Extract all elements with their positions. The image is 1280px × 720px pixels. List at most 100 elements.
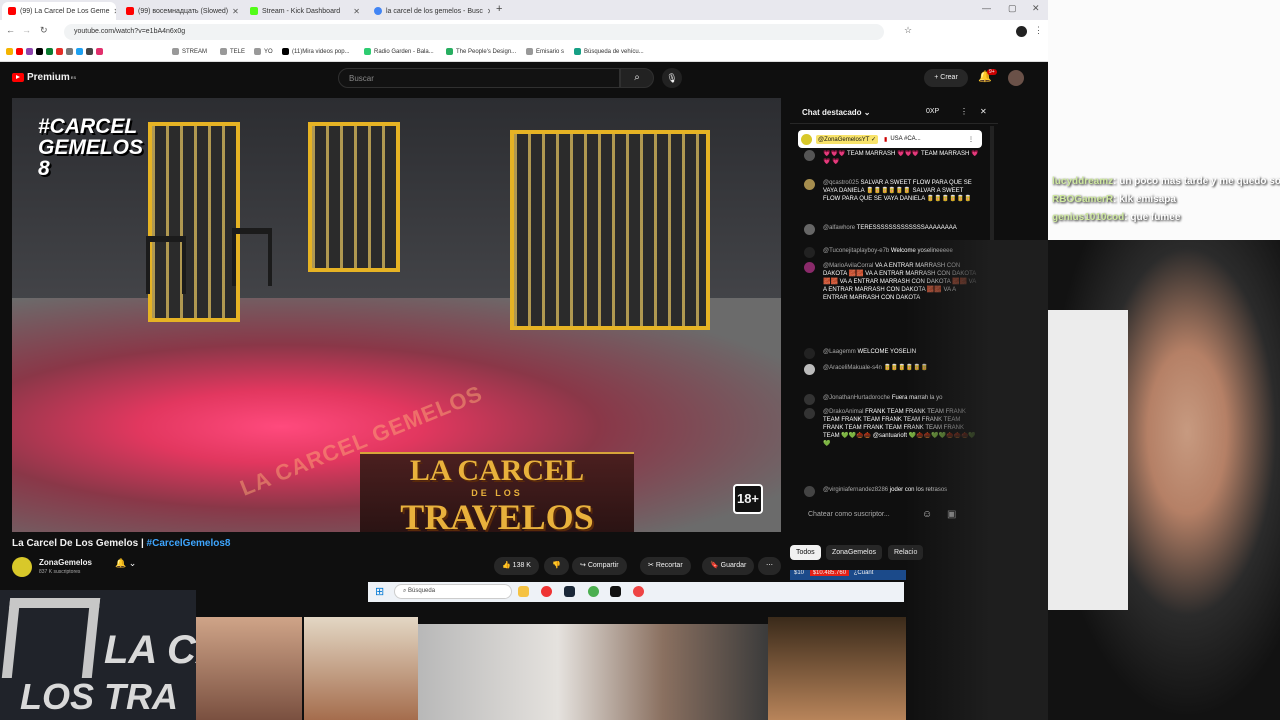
file-explorer-icon[interactable] (518, 586, 529, 597)
chat-avatar (804, 486, 815, 497)
stream-overlay-logo: LA CA LOS TRA (0, 590, 196, 720)
pinned-author: @ZonaGemelosYT ✓ (816, 134, 879, 144)
like-count: 138 K (512, 562, 531, 569)
superchat-ticker[interactable]: $10 $10.485.760 ¿Cuánt (790, 570, 906, 580)
chat-message: @alfawhore TERESSSSSSSSSSSSSAAAAAAAA (804, 224, 979, 235)
tab-youtube-carcel[interactable]: (99) La Carcel De Los Geme ✕ (2, 2, 116, 20)
chat-mode-dropdown[interactable]: Chat destacado ⌄ (802, 108, 871, 117)
chrome-icon[interactable] (588, 586, 599, 597)
superchat-text: ¿Cuánt (853, 570, 874, 576)
chat-avatar (804, 150, 815, 161)
kick-favicon-icon (250, 7, 258, 15)
tab-label: la carcel de los gemelos - Busc (386, 7, 483, 15)
house-logo-icon (1, 598, 101, 678)
save-button[interactable]: 🔖 Guardar (702, 557, 755, 575)
account-avatar[interactable] (1008, 70, 1024, 86)
clip-label: Recortar (655, 562, 683, 569)
tab-label: (99) La Carcel De Los Geme (20, 7, 110, 15)
pinned-more-icon[interactable]: ⋮ (968, 136, 974, 143)
superchat-amount: $10 (794, 570, 805, 576)
bookmarks-bar: STREAM TELE YO (11)Mira videos pop... Ra… (0, 44, 1048, 62)
bookmark-emisario[interactable]: Emisario s (526, 48, 564, 55)
browser-tab-strip: (99) La Carcel De Los Geme ✕ (99) восемн… (0, 0, 1048, 20)
profile-avatar-icon[interactable] (1016, 26, 1027, 37)
channel-avatar[interactable] (12, 557, 32, 577)
bookmark-folder-stream[interactable]: STREAM (172, 48, 207, 55)
opera-icon[interactable] (541, 586, 552, 597)
chat-points-badge[interactable]: 0XP (926, 108, 939, 115)
create-button[interactable]: + Crear (924, 69, 968, 87)
new-tab-button[interactable]: + (496, 3, 502, 15)
video-title-hashtag-link[interactable]: #CarcelGemelos8 (147, 538, 231, 549)
logo-region: ES (70, 75, 77, 80)
video-player[interactable]: LA CARCEL GEMELOS #CARCEL GEMELOS 8 LA C… (12, 98, 781, 532)
minimize-icon[interactable]: — (982, 3, 991, 13)
close-tab-icon[interactable]: ✕ (228, 7, 239, 16)
dislike-button[interactable]: 👎 (544, 557, 569, 575)
taskbar-search-placeholder: Búsqueda (408, 588, 436, 594)
chat-avatar (804, 224, 815, 235)
forward-icon[interactable]: → (22, 25, 31, 35)
share-label: Compartir (587, 562, 619, 569)
bookmark-peoples-design[interactable]: The People's Design... (446, 48, 516, 55)
chat-avatar (804, 179, 815, 190)
search-input[interactable]: Buscar (338, 68, 620, 88)
chat-avatar (804, 348, 815, 359)
browser-menu-icon[interactable]: ⋮ (1034, 25, 1043, 36)
subscription-bell-button[interactable]: 🔔 ⌄ (115, 558, 151, 574)
url-input[interactable]: youtube.com/watch?v=e1bA4n6x0g (64, 24, 884, 40)
bookmark-tiktok[interactable]: (11)Mira videos pop... (282, 48, 350, 55)
reload-icon[interactable]: ↻ (40, 25, 48, 36)
tab-youtube-music[interactable]: (99) восемнадцать (Slowed) ✕ (120, 2, 242, 20)
banner-line-3: TRAVELOS (400, 497, 594, 532)
bookmark-star-icon[interactable]: ☆ (904, 25, 912, 36)
youtube-premium-logo[interactable]: Premium ES (12, 72, 76, 83)
chip-todos[interactable]: Todos (790, 545, 821, 560)
share-button[interactable]: ↪ Compartir (572, 557, 627, 575)
bookmark-folder-yo[interactable]: YO (254, 48, 273, 55)
close-tab-icon[interactable]: ✕ (483, 7, 490, 16)
taskbar-search-input[interactable]: ⌕ Búsqueda (394, 584, 512, 599)
bookmark-folder-tele[interactable]: TELE (220, 48, 245, 55)
youtube-favicon-icon (126, 7, 134, 15)
bookmark-radio-garden[interactable]: Radio Garden - Bala... (364, 48, 434, 55)
participant-camera-1 (196, 617, 302, 720)
more-actions-button[interactable]: ⋯ (758, 557, 781, 575)
windows-start-icon[interactable]: ⊞ (375, 585, 384, 598)
chair-1 (146, 236, 186, 294)
youtube-play-icon (12, 73, 24, 82)
close-tab-icon[interactable]: ✕ (109, 7, 116, 16)
video-title-banner: LA CARCEL DE LOS TRAVELOS (360, 452, 634, 532)
close-chat-icon[interactable]: ✕ (980, 107, 987, 116)
overlay-chat-line: RBOGamerR: klk emisapa (1052, 194, 1176, 205)
close-window-icon[interactable]: ✕ (1032, 3, 1040, 14)
search-icon[interactable]: ⌕ (620, 68, 654, 88)
back-icon[interactable]: ← (6, 25, 15, 35)
overlay-logo-text-2: LOS TRA (20, 676, 178, 717)
google-favicon-icon (374, 7, 382, 15)
obs-icon[interactable] (610, 586, 621, 597)
bookmark-busqueda-vehiculo[interactable]: Búsqueda de vehícu... (574, 48, 644, 55)
pinned-message[interactable]: @ZonaGemelosYT ✓ ▮ USA #CA... ⋮ (798, 130, 982, 148)
clip-button[interactable]: ✂ Recortar (640, 557, 691, 575)
video-title: La Carcel De Los Gemelos | #CarcelGemelo… (12, 538, 230, 549)
chip-zonagemelos[interactable]: ZonaGemelos (826, 545, 882, 560)
banner-line-1: LA CARCEL (409, 454, 585, 487)
tab-kick-dashboard[interactable]: Stream - Kick Dashboard ✕ (244, 2, 366, 20)
channel-name[interactable]: ZonaGemelos (39, 558, 92, 567)
superchat-total: $10.485.760 (809, 570, 850, 576)
chat-more-icon[interactable]: ⋮ (960, 107, 968, 116)
steam-icon[interactable] (564, 586, 575, 597)
pinned-text: USA #CA... (890, 136, 921, 142)
maximize-icon[interactable]: ▢ (1008, 3, 1017, 14)
chat-avatar (804, 408, 815, 419)
tab-google-search[interactable]: la carcel de los gemelos - Busc ✕ (368, 2, 490, 20)
create-label: Crear (940, 74, 958, 81)
microphone-icon[interactable]: 🎙 (662, 68, 682, 88)
close-tab-icon[interactable]: ✕ (349, 7, 360, 16)
app-icon[interactable] (633, 586, 644, 597)
save-label: Guardar (720, 562, 747, 569)
bookmark-icon-group[interactable] (6, 48, 106, 55)
age-rating-badge: 18+ (733, 484, 763, 514)
like-button[interactable]: 👍 138 K (494, 557, 539, 575)
